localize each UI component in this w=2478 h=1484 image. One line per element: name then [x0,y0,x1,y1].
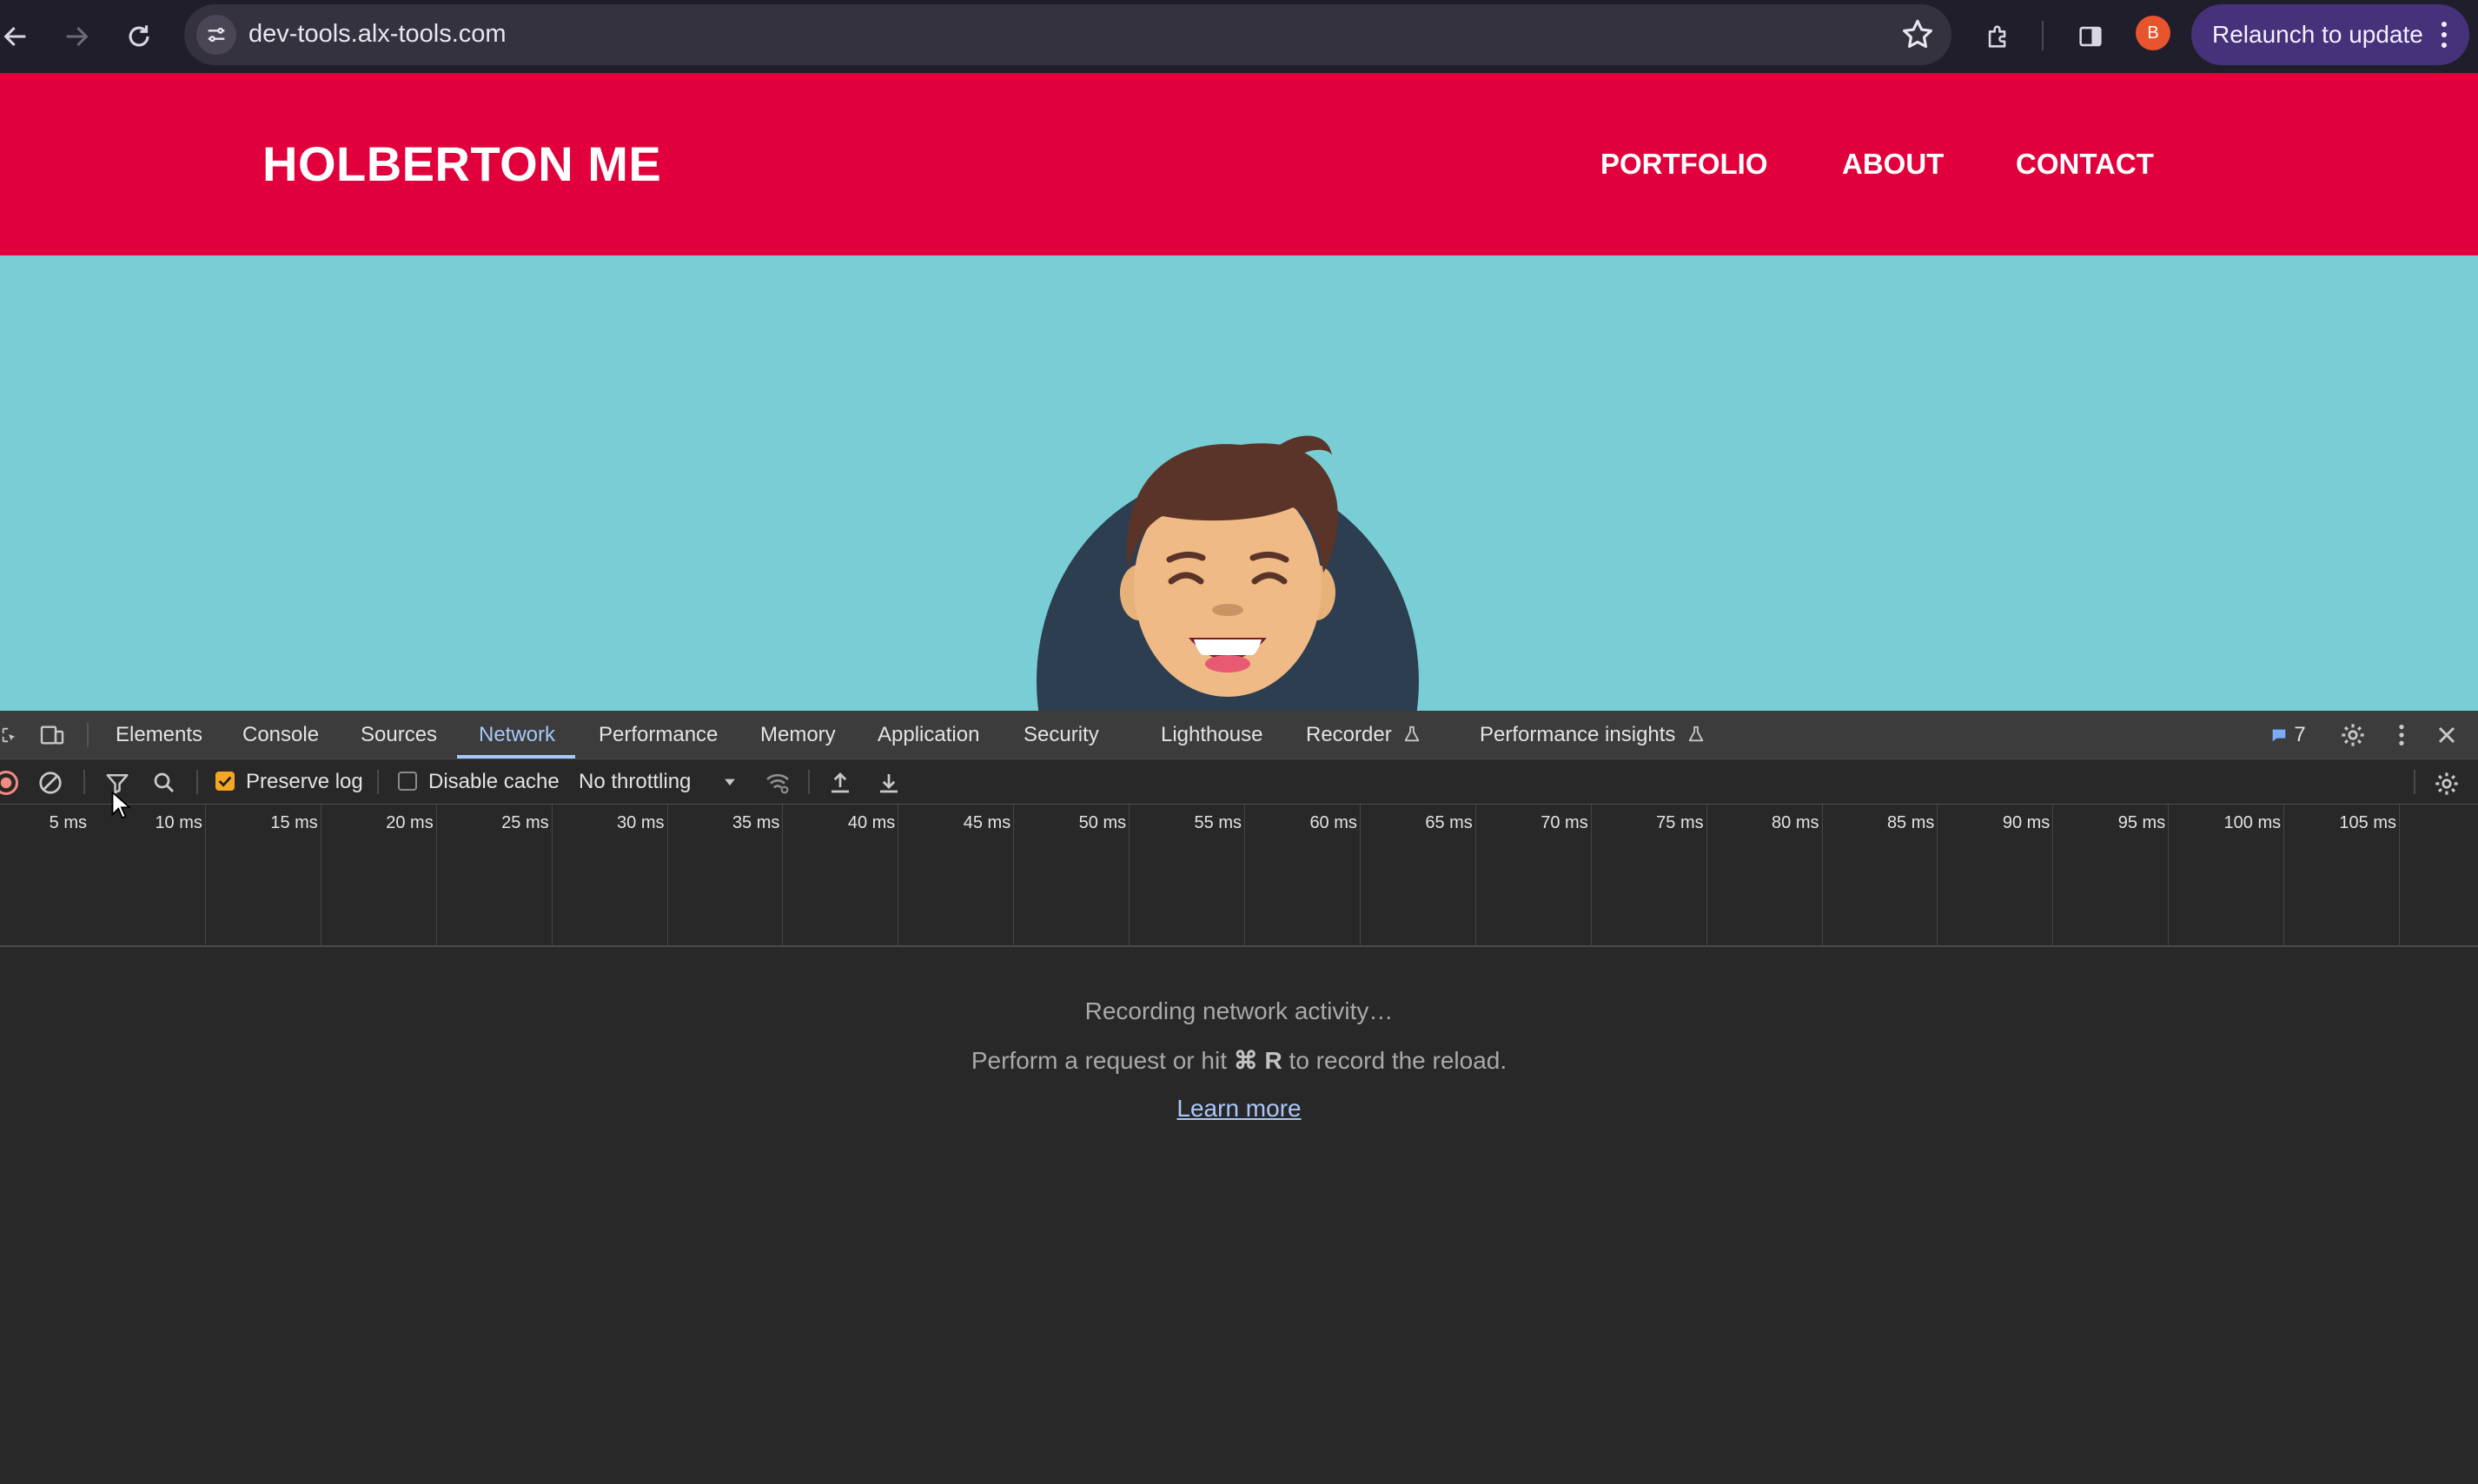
site-header: HOLBERTON ME PORTFOLIO ABOUT CONTACT [0,73,2478,255]
forward-arrow-icon [66,26,89,47]
wifi-settings-icon [766,773,789,794]
disable-cache-label[interactable]: Disable cache [428,770,560,794]
site-title[interactable]: HOLBERTON ME [262,136,661,192]
toolbar-divider [83,770,85,794]
reload-icon [129,25,149,47]
clear-button[interactable] [37,770,63,796]
nav-contact[interactable]: CONTACT [2016,148,2154,181]
toolbar-divider [196,770,198,794]
profile-avatar-illustration [1037,435,1419,711]
url-text: dev-tools.alx-tools.com [248,20,507,48]
import-har-button[interactable] [827,770,853,796]
puzzle-icon [1988,25,2006,48]
tab-performance-insights[interactable]: Performance insights [1480,723,1706,747]
network-conditions-button[interactable] [763,770,792,796]
tune-icon [208,27,225,43]
issues-counter[interactable]: 7 [2263,721,2313,749]
learn-more-row: Learn more [0,1095,2478,1123]
message-icon [2272,729,2286,742]
devtools-settings-button[interactable] [2337,719,2369,751]
site-info-button[interactable] [196,15,236,55]
network-toolbar: Preserve log Disable cache No throttling [0,759,2478,819]
toolbar-divider [377,770,379,794]
issues-count: 7 [2294,723,2306,746]
devtools-more-button[interactable] [2386,719,2417,751]
close-icon [2438,726,2455,744]
checkmark-icon [218,776,232,787]
nav-about[interactable]: ABOUT [1842,148,1944,181]
search-button[interactable] [151,770,177,796]
tab-divider [87,723,89,747]
network-settings-button[interactable] [2431,768,2462,799]
devtools-tab-bar: Elements Console Sources Network Perform… [0,711,2478,759]
inspect-cursor-icon [2,727,16,743]
nav-portfolio[interactable]: PORTFOLIO [1600,148,1768,181]
devtools-panel: Elements Console Sources Network Perform… [0,711,2478,1484]
device-mode-icon [40,725,64,745]
reload-hint-prefix: Perform a request or hit [971,1047,1234,1074]
tab-sources[interactable]: Sources [361,723,437,747]
record-stop-icon [0,771,18,795]
chevron-down-icon [725,778,735,786]
recording-status-text: Recording network activity… [1084,997,1394,1024]
download-icon [880,774,898,793]
tab-lighthouse[interactable]: Lighthouse [1161,723,1262,747]
side-panel-icon [2079,26,2102,47]
close-devtools-button[interactable] [2431,719,2462,751]
learn-more-link[interactable]: Learn more [1176,1095,1301,1122]
browser-toolbar: dev-tools.alx-tools.com B Relaunch to up… [0,0,2478,73]
preserve-log-label[interactable]: Preserve log [246,770,363,794]
profile-avatar[interactable]: B [2136,16,2170,50]
record-button[interactable] [0,770,19,796]
clear-block-icon [39,772,62,794]
tab-network[interactable]: Network [479,723,555,747]
gear-icon [2435,772,2458,795]
tab-elements[interactable]: Elements [116,723,202,747]
toolbar-divider [2042,21,2044,50]
toolbar-divider [808,770,810,794]
device-toolbar-button[interactable] [36,721,68,749]
throttling-select[interactable]: No throttling [579,770,691,794]
back-arrow-icon [3,26,26,47]
bookmark-star-icon[interactable] [1899,17,1936,53]
active-tab-indicator [457,755,575,759]
reload-shortcut: ⌘ R [1233,1047,1282,1074]
toolbar-divider [2414,770,2415,794]
gear-icon [2342,724,2364,746]
forward-button[interactable] [56,16,97,57]
extensions-button[interactable] [1978,16,2019,57]
reload-hint-text: Perform a request or hit ⌘ R to record t… [0,1046,2478,1075]
address-bar[interactable]: dev-tools.alx-tools.com [184,4,1951,65]
throttling-dropdown[interactable] [719,772,740,792]
more-vertical-icon [2442,22,2447,48]
network-overview-timeline: 5 ms 10 ms 15 ms 20 ms 25 ms 30 ms 35 ms 40 ms 4… [0,805,2478,947]
tab-application[interactable]: Application [878,723,979,747]
side-panel-button[interactable] [2070,16,2111,57]
tab-memory[interactable]: Memory [760,723,836,747]
disable-cache-checkbox[interactable] [398,772,417,791]
relaunch-to-update-button[interactable]: Relaunch to update [2191,4,2469,65]
more-vertical-icon [2399,725,2404,745]
back-button[interactable] [0,16,36,57]
tab-recorder-label: Recorder [1306,723,1392,746]
inspect-element-button[interactable] [0,721,19,749]
tab-performance-insights-label: Performance insights [1480,723,1676,746]
preserve-log-checkbox[interactable] [215,772,235,791]
experiment-flask-icon [1688,725,1704,742]
tab-performance[interactable]: Performance [599,723,718,747]
network-empty-state: Recording network activity… Perform a re… [0,947,2478,1484]
search-icon [154,772,175,793]
relaunch-label: Relaunch to update [2212,21,2423,48]
experiment-flask-icon [1405,725,1420,742]
tab-console[interactable]: Console [242,723,319,747]
tab-security[interactable]: Security [1024,723,1099,747]
hero-section [0,255,2478,711]
export-har-button[interactable] [876,770,902,796]
reload-hint-suffix: to record the reload. [1282,1047,1507,1074]
tab-recorder[interactable]: Recorder [1306,723,1421,747]
timeline-gridline [0,805,2478,947]
reload-button[interactable] [118,16,160,57]
upload-icon [832,772,849,793]
